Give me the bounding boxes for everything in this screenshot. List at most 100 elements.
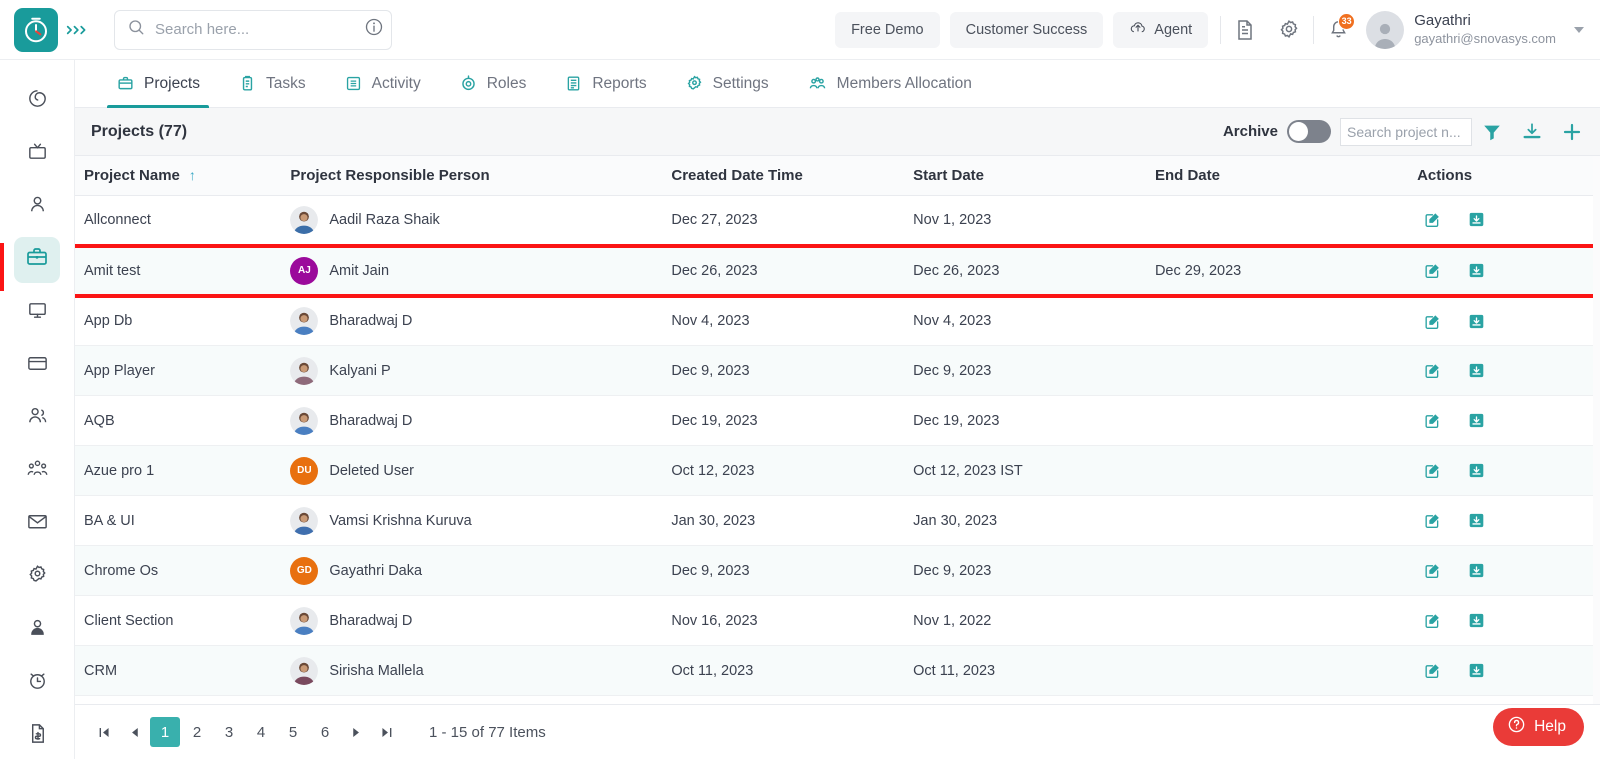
- col-responsible-person[interactable]: Project Responsible Person: [290, 156, 671, 196]
- edit-pencil-icon[interactable]: [1423, 661, 1442, 680]
- sidebar-item-timer[interactable]: [14, 660, 60, 706]
- page-6[interactable]: 6: [310, 717, 340, 747]
- edit-pencil-icon[interactable]: [1423, 411, 1442, 430]
- sidebar-item-profile[interactable]: [14, 607, 60, 653]
- document-icon[interactable]: [1223, 8, 1267, 52]
- cell-project-name[interactable]: App Player: [75, 346, 290, 396]
- project-search-input[interactable]: [1340, 118, 1472, 146]
- sidebar-item-user[interactable]: [14, 184, 60, 230]
- table-row[interactable]: BA & UIVamsi Krishna KuruvaJan 30, 2023J…: [75, 496, 1600, 546]
- page-1[interactable]: 1: [150, 717, 180, 747]
- sidebar-item-settings[interactable]: [14, 554, 60, 600]
- page-4[interactable]: 4: [246, 717, 276, 747]
- help-button[interactable]: Help: [1493, 708, 1584, 746]
- prev-page-icon[interactable]: [119, 717, 149, 747]
- tab-tasks[interactable]: Tasks: [219, 60, 325, 107]
- col-project-name[interactable]: Project Name↑: [75, 156, 290, 196]
- sidebar-item-spiral[interactable]: [14, 78, 60, 124]
- spiral-icon: [26, 87, 49, 115]
- avatar[interactable]: [1366, 11, 1404, 49]
- first-page-icon[interactable]: [89, 717, 119, 747]
- brand-logo[interactable]: [14, 8, 58, 52]
- edit-pencil-icon[interactable]: [1423, 511, 1442, 530]
- cell-project-name[interactable]: Chrome Os: [75, 546, 290, 596]
- page-3[interactable]: 3: [214, 717, 244, 747]
- cell-responsible-person: Bharadwaj D: [290, 296, 671, 346]
- edit-pencil-icon[interactable]: [1423, 312, 1442, 331]
- cell-project-name[interactable]: Client Section: [75, 596, 290, 646]
- tab-activity[interactable]: Activity: [325, 60, 440, 107]
- next-page-icon[interactable]: [341, 717, 371, 747]
- chevron-down-icon[interactable]: [1574, 27, 1584, 33]
- col-end-date[interactable]: End Date: [1155, 156, 1417, 196]
- table-row[interactable]: Azue pro 1DUDeleted UserOct 12, 2023Oct …: [75, 446, 1600, 496]
- cell-end-date: [1155, 396, 1417, 446]
- tab-members-allocation[interactable]: Members Allocation: [788, 60, 991, 107]
- page-5[interactable]: 5: [278, 717, 308, 747]
- archive-box-icon[interactable]: [1467, 561, 1486, 580]
- archive-box-icon[interactable]: [1467, 461, 1486, 480]
- archive-box-icon[interactable]: [1467, 661, 1486, 680]
- table-row[interactable]: AllconnectAadil Raza ShaikDec 27, 2023No…: [75, 196, 1600, 246]
- cell-project-name[interactable]: Allconnect: [75, 196, 290, 246]
- edit-pencil-icon[interactable]: [1423, 461, 1442, 480]
- user-info[interactable]: Gayathri gayathri@snovasys.com: [1414, 12, 1556, 47]
- archive-box-icon[interactable]: [1467, 312, 1486, 331]
- tab-reports[interactable]: Reports: [545, 60, 665, 107]
- sidebar-item-mail[interactable]: [14, 501, 60, 547]
- edit-pencil-icon[interactable]: [1423, 611, 1442, 630]
- sidebar-expander-icon[interactable]: [62, 10, 92, 50]
- archive-box-icon[interactable]: [1467, 611, 1486, 630]
- sidebar-item-team[interactable]: [14, 448, 60, 494]
- cell-project-name[interactable]: Azue pro 1: [75, 446, 290, 496]
- sidebar-item-projects[interactable]: [14, 237, 60, 283]
- free-demo-button[interactable]: Free Demo: [835, 12, 940, 48]
- edit-pencil-icon[interactable]: [1423, 561, 1442, 580]
- tab-roles[interactable]: Roles: [440, 60, 546, 107]
- vertical-scrollbar[interactable]: [1593, 156, 1600, 704]
- table-row[interactable]: Amit testAJAmit JainDec 26, 2023Dec 26, …: [75, 246, 1600, 296]
- table-row[interactable]: App DbBharadwaj DNov 4, 2023Nov 4, 2023: [75, 296, 1600, 346]
- info-circle-icon[interactable]: [364, 17, 384, 42]
- table-row[interactable]: Client SectionBharadwaj DNov 16, 2023Nov…: [75, 596, 1600, 646]
- bell-icon[interactable]: 33: [1316, 8, 1360, 52]
- cell-project-name[interactable]: Amit test: [75, 246, 290, 296]
- sidebar-item-users[interactable]: [14, 396, 60, 442]
- col-start-date[interactable]: Start Date: [913, 156, 1155, 196]
- sidebar-item-tv[interactable]: [14, 131, 60, 177]
- page-2[interactable]: 2: [182, 717, 212, 747]
- sidebar-item-card[interactable]: [14, 343, 60, 389]
- archive-box-icon[interactable]: [1467, 261, 1486, 280]
- plus-icon[interactable]: [1552, 112, 1592, 152]
- funnel-filter-icon[interactable]: [1472, 112, 1512, 152]
- download-icon[interactable]: [1512, 112, 1552, 152]
- table-row[interactable]: Chrome OsGDGayathri DakaDec 9, 2023Dec 9…: [75, 546, 1600, 596]
- tab-projects[interactable]: Projects: [97, 60, 219, 107]
- archive-box-icon[interactable]: [1467, 210, 1486, 229]
- table-row[interactable]: App PlayerKalyani PDec 9, 2023Dec 9, 202…: [75, 346, 1600, 396]
- global-search-box[interactable]: [114, 10, 392, 50]
- customer-success-button[interactable]: Customer Success: [950, 12, 1104, 48]
- archive-box-icon[interactable]: [1467, 361, 1486, 380]
- archive-box-icon[interactable]: [1467, 511, 1486, 530]
- archive-box-icon[interactable]: [1467, 411, 1486, 430]
- sidebar-item-invoice[interactable]: [14, 713, 60, 759]
- table-row[interactable]: CRMSirisha MallelaOct 11, 2023Oct 11, 20…: [75, 646, 1600, 696]
- table-row[interactable]: AQBBharadwaj DDec 19, 2023Dec 19, 2023: [75, 396, 1600, 446]
- sidebar-item-monitor[interactable]: [14, 290, 60, 336]
- projects-table-scroll[interactable]: Project Name↑ Project Responsible Person…: [75, 156, 1600, 704]
- gear-icon[interactable]: [1267, 8, 1311, 52]
- agent-button[interactable]: Agent: [1113, 12, 1208, 48]
- cell-project-name[interactable]: App Db: [75, 296, 290, 346]
- last-page-icon[interactable]: [371, 717, 401, 747]
- tab-settings[interactable]: Settings: [666, 60, 788, 107]
- cell-project-name[interactable]: AQB: [75, 396, 290, 446]
- edit-pencil-icon[interactable]: [1423, 361, 1442, 380]
- cell-project-name[interactable]: BA & UI: [75, 496, 290, 546]
- edit-pencil-icon[interactable]: [1423, 261, 1442, 280]
- col-created-date[interactable]: Created Date Time: [671, 156, 913, 196]
- cell-project-name[interactable]: CRM: [75, 646, 290, 696]
- archive-toggle[interactable]: [1287, 120, 1331, 143]
- search-input[interactable]: [155, 21, 354, 38]
- edit-pencil-icon[interactable]: [1423, 210, 1442, 229]
